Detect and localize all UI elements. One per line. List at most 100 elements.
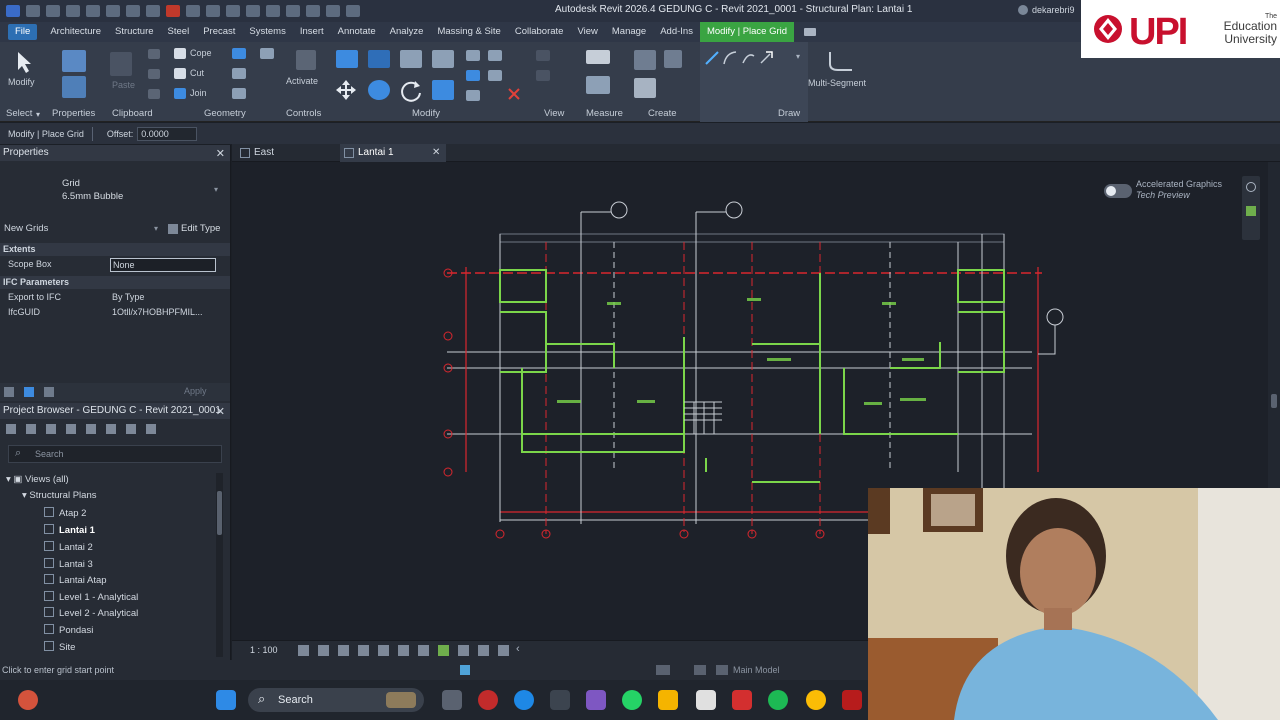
instance-filter-dropdown[interactable]: New Grids	[4, 223, 48, 234]
expand-icon[interactable]: ▾ ▣	[6, 474, 25, 485]
close-icon[interactable]: ✕	[216, 146, 225, 162]
tab-view[interactable]: View	[570, 22, 604, 42]
copy-icon[interactable]	[368, 80, 390, 100]
modify-button[interactable]: Modify	[8, 77, 35, 87]
browser-scrollbar[interactable]	[216, 473, 223, 657]
group-icon[interactable]	[106, 424, 116, 434]
extents-section[interactable]: Extents	[0, 243, 230, 256]
filter-icon[interactable]	[24, 387, 34, 397]
whatsapp-icon[interactable]	[622, 690, 642, 710]
tab-modify-place-grid[interactable]: Modify | Place Grid	[699, 22, 795, 42]
workset-icon[interactable]	[460, 665, 470, 675]
sheet-icon[interactable]	[46, 424, 56, 434]
copy-clipboard-icon[interactable]	[148, 69, 160, 79]
undo-icon[interactable]	[106, 5, 120, 17]
section-icon[interactable]	[286, 5, 300, 17]
delete-icon[interactable]	[508, 88, 520, 100]
cut-button[interactable]: Cut	[190, 68, 204, 78]
design-options-icon[interactable]	[656, 665, 670, 675]
tab-insert[interactable]: Insert	[293, 22, 331, 42]
copilot-icon[interactable]	[586, 690, 606, 710]
browser-scroll-thumb[interactable]	[217, 491, 222, 535]
table-icon[interactable]	[66, 424, 76, 434]
view-tool-icon[interactable]	[536, 50, 550, 61]
analytical-model-icon[interactable]	[498, 645, 509, 656]
draw-center-arc-icon[interactable]	[740, 50, 756, 66]
collapse-icon[interactable]	[26, 424, 36, 434]
cope-button[interactable]: Cope	[190, 48, 212, 58]
chevron-down-icon[interactable]: ▾	[154, 224, 158, 233]
pick-lines-icon[interactable]	[758, 50, 774, 66]
show-crop-icon[interactable]	[398, 645, 409, 656]
shadows-icon[interactable]	[358, 645, 369, 656]
draw-arc-icon[interactable]	[722, 50, 738, 66]
editable-only-icon[interactable]	[694, 665, 706, 675]
multi-segment-icon[interactable]	[824, 50, 854, 76]
store-icon[interactable]	[696, 690, 716, 710]
browser-item-lantai-3[interactable]: Lantai 3	[44, 558, 93, 570]
user-name[interactable]: dekarebri9	[1032, 5, 1075, 15]
type-name[interactable]: 6.5mm Bubble	[62, 191, 123, 202]
match-type-icon[interactable]	[148, 89, 160, 99]
draw-line-icon[interactable]	[704, 50, 720, 66]
revit-taskbar-icon[interactable]	[842, 690, 862, 710]
main-model-label[interactable]: Main Model	[733, 665, 780, 675]
aligned-dimension-icon[interactable]	[586, 50, 610, 64]
browser-item-site[interactable]: Site	[44, 641, 75, 653]
sync-icon[interactable]	[86, 5, 100, 17]
close-hidden-icon[interactable]	[326, 5, 340, 17]
properties-help-icon[interactable]	[4, 387, 14, 397]
select-dropdown-icon[interactable]: ▾	[36, 110, 40, 119]
switch-windows-icon[interactable]	[346, 5, 360, 17]
scope-box-select[interactable]: None	[110, 258, 216, 272]
view-override-icon[interactable]	[536, 70, 550, 81]
visual-style-icon[interactable]	[318, 645, 329, 656]
paint-icon[interactable]	[232, 88, 246, 99]
browser-item-level-1-analytical[interactable]: Level 1 - Analytical	[44, 591, 138, 603]
create-parts-icon[interactable]	[664, 50, 682, 68]
cut-geometry-icon[interactable]	[174, 68, 186, 79]
browser-item-atap-2[interactable]: Atap 2	[44, 507, 86, 519]
tab-systems[interactable]: Systems	[242, 22, 292, 42]
temporary-hide-icon[interactable]	[438, 645, 449, 656]
task-view-icon[interactable]	[442, 690, 462, 710]
crop-view-icon[interactable]	[378, 645, 389, 656]
pdf-icon[interactable]	[166, 5, 180, 17]
tab-architecture[interactable]: Architecture	[43, 22, 108, 42]
thin-lines-icon[interactable]	[306, 5, 320, 17]
tab-steel[interactable]: Steel	[161, 22, 197, 42]
tree-views-root[interactable]: ▾ ▣ Views (all)	[6, 474, 69, 485]
tag-icon[interactable]	[226, 5, 240, 17]
tab-collaborate[interactable]: Collaborate	[508, 22, 571, 42]
revit-logo-icon[interactable]	[6, 5, 20, 17]
reveal-hidden-icon[interactable]	[458, 645, 469, 656]
filter-browser-icon[interactable]	[126, 424, 136, 434]
split-face-icon[interactable]	[232, 68, 246, 79]
home-icon[interactable]	[26, 5, 40, 17]
user-icon[interactable]	[1018, 5, 1028, 15]
spotify-icon[interactable]	[768, 690, 788, 710]
browser-item-lantai-atap[interactable]: Lantai Atap	[44, 574, 107, 586]
text-icon[interactable]	[246, 5, 260, 17]
3d-view-icon[interactable]	[266, 5, 280, 17]
properties-icon[interactable]	[62, 50, 86, 72]
edit-type-icon[interactable]	[168, 224, 178, 234]
browser-search-input[interactable]: ⌕ Search	[8, 445, 222, 463]
selection-filter-icon[interactable]	[716, 665, 728, 675]
tab-east[interactable]: East	[236, 144, 336, 162]
create-group-icon[interactable]	[634, 78, 656, 98]
activate-controls-icon[interactable]	[296, 50, 316, 70]
browser-item-level-2-analytical[interactable]: Level 2 - Analytical	[44, 607, 138, 619]
taskbar-search[interactable]: ⌕ Search	[248, 688, 424, 712]
steering-wheel-icon[interactable]	[1246, 182, 1256, 192]
join-button[interactable]: Join	[190, 88, 207, 98]
app-red-icon[interactable]	[478, 690, 498, 710]
mirror-draw-icon[interactable]	[432, 50, 454, 68]
pin-icon[interactable]	[488, 50, 502, 61]
create-group-label[interactable]: Create	[648, 108, 677, 119]
worksharing-display-icon[interactable]	[478, 645, 489, 656]
tab-lantai-1[interactable]: Lantai 1 ✕	[340, 144, 446, 162]
accelerated-graphics-toggle[interactable]	[1104, 184, 1132, 198]
close-icon[interactable]: ✕	[216, 404, 225, 420]
tab-structure[interactable]: Structure	[108, 22, 161, 42]
